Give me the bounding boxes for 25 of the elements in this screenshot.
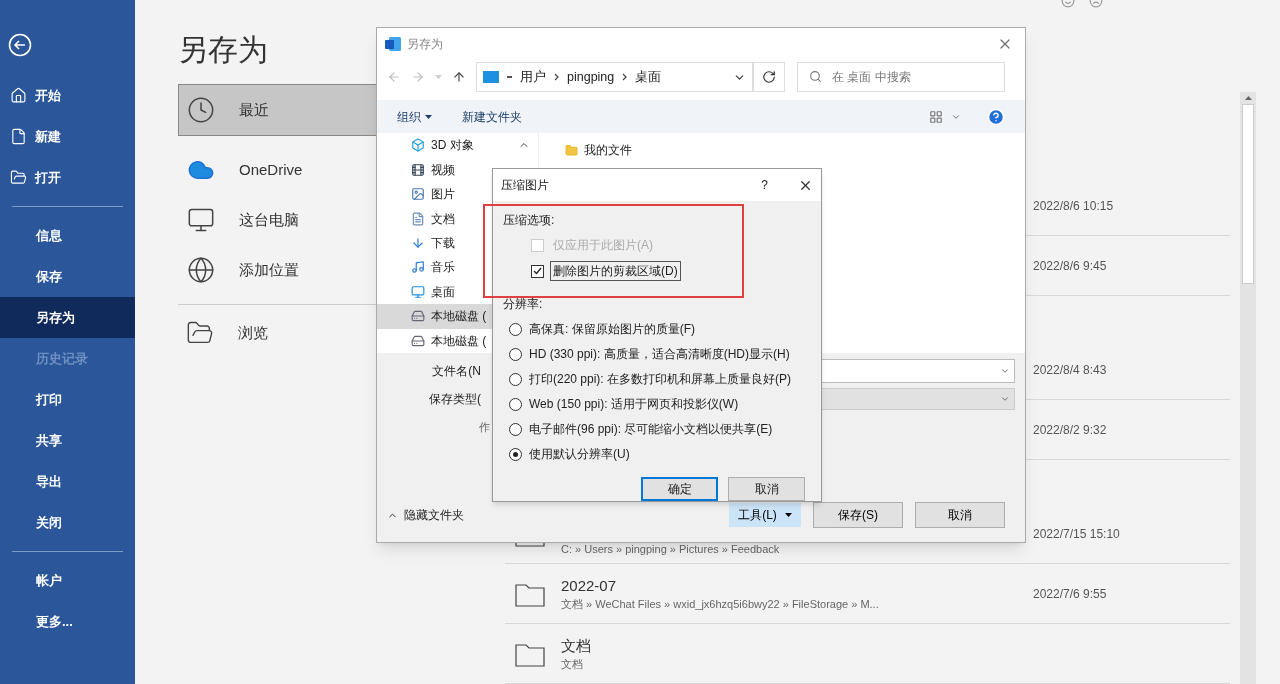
dialog-title: 压缩图片 (501, 177, 549, 194)
file-path: 文档 (561, 656, 584, 672)
file-name: 文档 (561, 635, 592, 656)
modified-date: 2022/8/4 8:43 (1033, 361, 1107, 379)
checkbox-label: 仅应用于此图片(A) (552, 237, 654, 254)
save-type-label: 保存类型( (428, 391, 482, 408)
page-title: 另存为 (178, 32, 268, 68)
radio-label: 电子邮件(96 ppi): 尽可能缩小文档以便共享(E) (529, 421, 773, 438)
modified-date: 2022/7/15 15:10 (1033, 525, 1120, 543)
filename-label: 文件名(N (431, 363, 482, 380)
file-path: C: » Users » pingping » Pictures » Feedback (561, 542, 781, 557)
author-label: 作 (479, 420, 490, 435)
radio-label: HD (330 ppi): 高质量，适合高清晰度(HD)显示(H) (529, 346, 790, 363)
radio-label: 使用默认分辨率(U) (529, 446, 630, 463)
modified-date: 2022/7/6 9:55 (1033, 585, 1107, 603)
dialog-title: 另存为 (407, 36, 443, 53)
checkbox-label: 删除图片的剪裁区域(D) (550, 261, 681, 281)
radio-label: 打印(220 ppi): 在多数打印机和屏幕上质量良好(P) (529, 371, 792, 388)
modified-date: 2022/8/6 10:15 (1033, 197, 1114, 215)
modified-date: 2022/8/2 9:32 (1033, 421, 1107, 439)
modified-date: 2022/8/6 9:45 (1033, 257, 1107, 275)
file-name: 2022-07 (561, 575, 618, 596)
radio-label: Web (150 ppi): 适用于网页和投影仪(W) (529, 396, 739, 413)
section-heading: 压缩选项: (503, 212, 556, 229)
file-path: 文档 » WeChat Files » wxid_jx6hzq5i6bwy22 » FileStorage » M... (561, 596, 880, 612)
